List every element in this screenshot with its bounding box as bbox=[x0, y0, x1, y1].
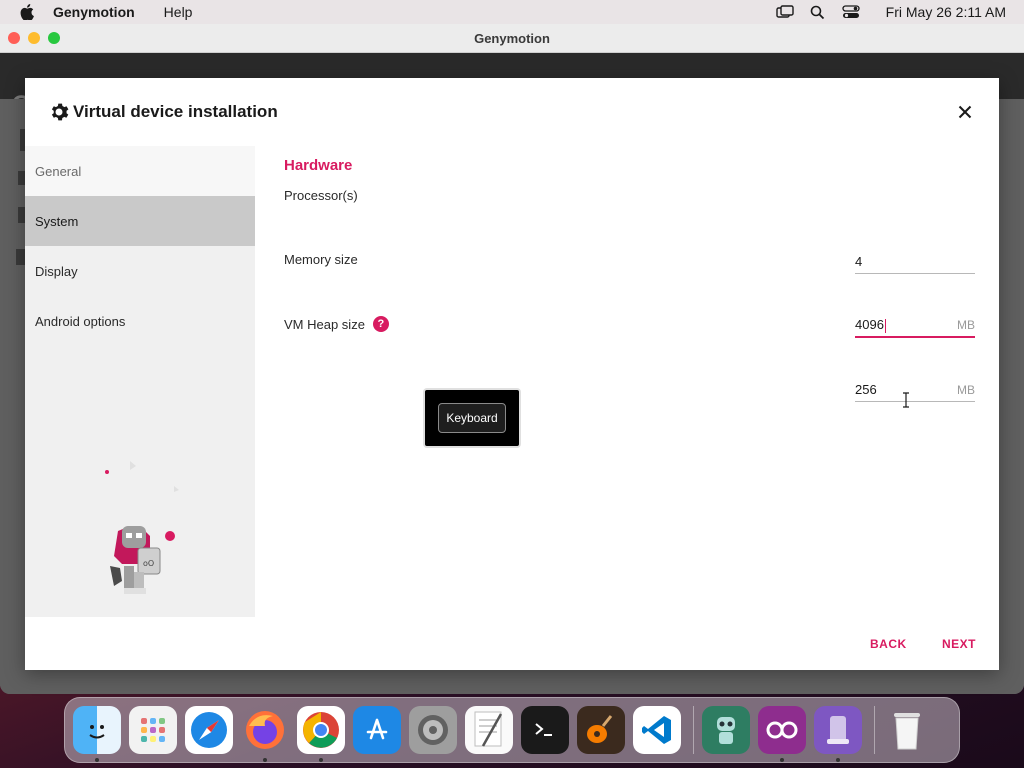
running-indicator bbox=[263, 758, 267, 762]
dock bbox=[64, 697, 960, 763]
menu-help[interactable]: Help bbox=[164, 4, 193, 20]
status-area: Fri May 26 2:11 AM bbox=[775, 3, 1024, 21]
running-indicator bbox=[780, 758, 784, 762]
processors-label-text: Processor(s) bbox=[284, 188, 358, 203]
safari-icon[interactable] bbox=[185, 706, 233, 754]
processors-field[interactable]: 4 bbox=[855, 250, 975, 274]
launchpad-icon[interactable] bbox=[129, 706, 177, 754]
simulator-icon[interactable] bbox=[814, 706, 862, 762]
next-button[interactable]: NEXT bbox=[942, 637, 976, 651]
memory-size-unit: MB bbox=[957, 318, 975, 332]
vm-heap-size-unit: MB bbox=[957, 382, 975, 397]
dialog-sidebar: General System Display Android options o… bbox=[25, 146, 255, 617]
trash-icon[interactable] bbox=[883, 706, 931, 754]
vscode-icon[interactable] bbox=[633, 706, 681, 754]
text-caret bbox=[884, 318, 886, 333]
memory-size-value: 4096 bbox=[855, 317, 886, 333]
dock-separator bbox=[874, 706, 875, 754]
sidebar-item-android-options[interactable]: Android options bbox=[25, 296, 255, 346]
section-title: Hardware bbox=[284, 157, 353, 174]
sidebar-item-label: Android options bbox=[35, 313, 126, 329]
search-icon[interactable] bbox=[808, 3, 828, 21]
genymotion-icon[interactable] bbox=[758, 706, 806, 762]
vm-heap-size-label: VM Heap size ? bbox=[284, 316, 389, 332]
sidebar-item-system[interactable]: System bbox=[25, 196, 255, 246]
menu-app-name[interactable]: Genymotion bbox=[53, 4, 135, 20]
running-indicator bbox=[836, 758, 840, 762]
dock-separator bbox=[693, 706, 694, 754]
system-preferences-icon[interactable] bbox=[409, 706, 457, 754]
window-maximize-button[interactable] bbox=[48, 32, 60, 44]
dialog-title: Virtual device installation bbox=[73, 102, 278, 121]
memory-size-label-text: Memory size bbox=[284, 252, 358, 267]
screen-mirroring-icon[interactable] bbox=[775, 3, 795, 21]
running-indicator bbox=[319, 758, 323, 762]
sidebar-item-general[interactable]: General bbox=[25, 146, 255, 196]
terminal-icon[interactable] bbox=[521, 706, 569, 754]
running-indicator bbox=[95, 758, 99, 762]
textedit-icon[interactable] bbox=[465, 706, 513, 754]
menu-clock[interactable]: Fri May 26 2:11 AM bbox=[886, 4, 1006, 20]
memory-size-label: Memory size bbox=[284, 252, 358, 267]
window-minimize-button[interactable] bbox=[28, 32, 40, 44]
app-store-icon[interactable] bbox=[353, 706, 401, 754]
vm-heap-size-field[interactable]: 256 MB bbox=[855, 378, 975, 402]
keyboard-button[interactable]: Keyboard bbox=[438, 403, 506, 433]
sidebar-item-display[interactable]: Display bbox=[25, 246, 255, 296]
genymotion-shell-icon[interactable] bbox=[702, 706, 750, 754]
help-icon[interactable]: ? bbox=[372, 316, 389, 332]
memory-size-value-text: 4096 bbox=[855, 317, 884, 333]
window-titlebar: Genymotion bbox=[0, 24, 1024, 53]
chrome-icon[interactable] bbox=[297, 706, 345, 762]
sidebar-item-label: Display bbox=[35, 263, 78, 279]
close-icon[interactable] bbox=[955, 102, 975, 122]
back-button[interactable]: BACK bbox=[870, 637, 907, 651]
window-close-button[interactable] bbox=[8, 32, 20, 44]
dialog-content: Hardware Processor(s) 4 Memory size 4096… bbox=[284, 146, 984, 617]
text-cursor-icon bbox=[903, 392, 909, 408]
window-title: Genymotion bbox=[474, 30, 550, 46]
genymotion-mascot-illustration: oO bbox=[105, 461, 179, 594]
garageband-icon[interactable] bbox=[577, 706, 625, 754]
menu-bar: Genymotion Help Fri May 26 2:11 AM bbox=[0, 0, 1024, 24]
processors-label: Processor(s) bbox=[284, 188, 358, 203]
sidebar-item-label: General bbox=[35, 163, 82, 179]
gear-icon bbox=[49, 102, 69, 122]
control-center-icon[interactable] bbox=[841, 3, 861, 21]
memory-size-field[interactable]: 4096 MB bbox=[855, 314, 975, 338]
apple-icon[interactable] bbox=[17, 2, 37, 22]
firefox-icon[interactable] bbox=[241, 706, 289, 762]
virtual-device-installation-dialog: Virtual device installation General Syst… bbox=[25, 78, 999, 670]
keyboard-popup: Keyboard bbox=[423, 388, 521, 448]
vm-heap-size-value: 256 bbox=[855, 382, 877, 397]
dialog-header: Virtual device installation bbox=[25, 78, 999, 146]
svg-text:oO: oO bbox=[143, 559, 154, 568]
finder-icon[interactable] bbox=[73, 706, 121, 762]
processors-value: 4 bbox=[855, 254, 863, 269]
vm-heap-size-label-text: VM Heap size bbox=[284, 316, 365, 332]
sidebar-item-label: System bbox=[35, 213, 79, 229]
